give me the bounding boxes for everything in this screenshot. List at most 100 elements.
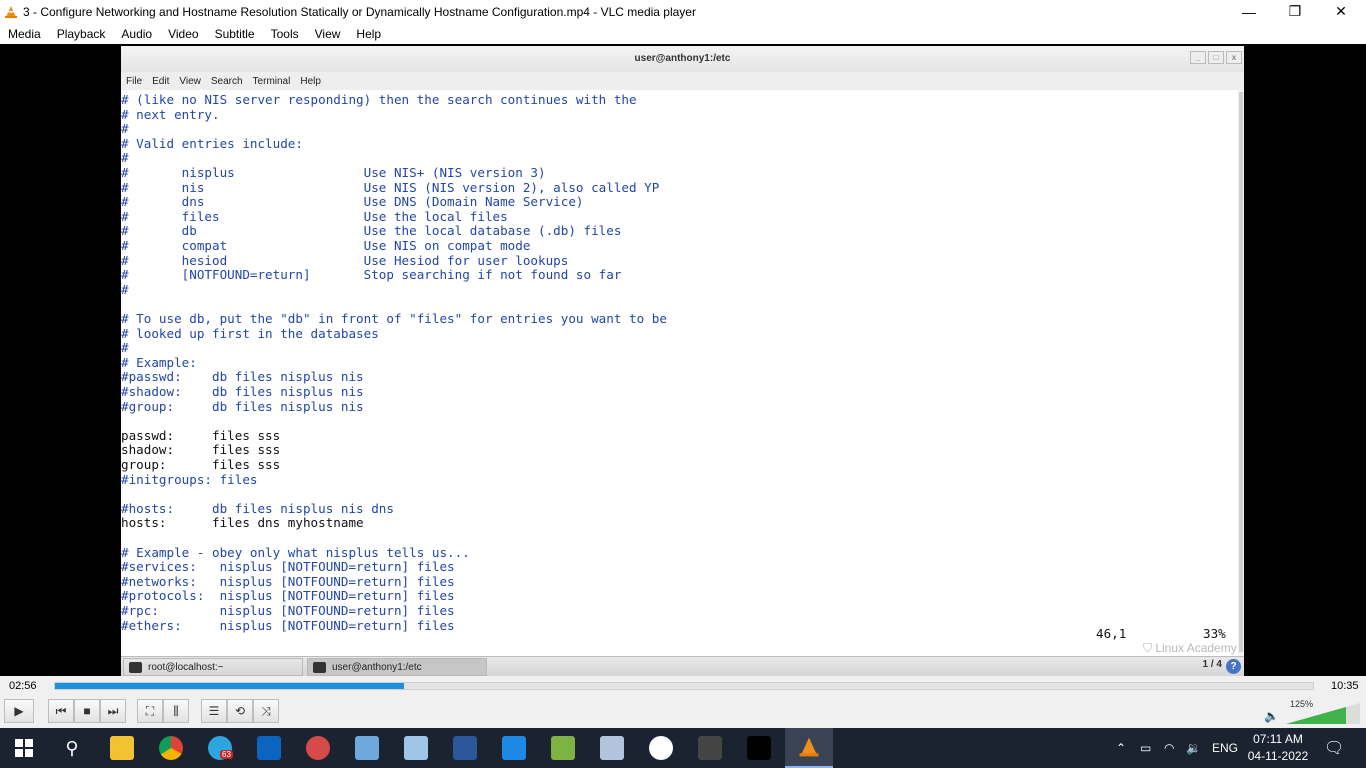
search-icon: ⚲ [65,737,79,758]
terminal-line: #passwd: db files nisplus nis [121,369,364,385]
terminal-line: #shadow: db files nisplus nis [121,384,364,399]
notepad-icon [404,736,428,760]
terminal-line: # Example: [121,354,197,370]
scroll-percent: 33% [1203,626,1226,641]
terminal-scrollbar [1238,90,1244,656]
playlist-button[interactable]: ☰ [201,699,227,723]
clock[interactable]: 07:11 AM 04-11-2022 [1246,731,1310,765]
watermark-text: Linux Academy [1155,641,1237,655]
guest-task-label: root@localhost:~ [148,662,224,673]
notification-icon[interactable]: 🗨 [1324,728,1344,768]
menu-view[interactable]: View [307,27,349,41]
volume-tray-icon[interactable]: 🔉 [1186,728,1201,768]
speaker-icon: 🔈 [1264,709,1279,723]
notepad-button[interactable] [392,728,440,768]
language-indicator[interactable]: ENG [1212,728,1238,768]
start-button[interactable] [0,728,48,768]
volume-control[interactable]: 🔈 125% [1262,699,1362,725]
menu-help[interactable]: Help [348,27,389,41]
menu-subtitle[interactable]: Subtitle [207,27,263,41]
restore-button[interactable]: ❐ [1272,0,1318,23]
tradingview-button[interactable] [735,728,783,768]
workspace-pager: 1 / 4 [1202,659,1222,670]
terminal-line: #services: nisplus [NOTFOUND=return] fil… [121,559,455,575]
play-button[interactable]: ▶ [4,699,34,723]
fullscreen-button[interactable]: ⛶ [137,699,163,723]
clock-app-button[interactable] [637,728,685,768]
player-controls: 02:56 10:35 ▶ ⏮ ■ ⏭ ⛶ ⫼ ☰ ⟲ ⤨ 🔈 125% [0,676,1366,728]
menu-tools[interactable]: Tools [263,27,307,41]
outlook-icon [257,736,281,760]
outlook-button[interactable] [245,728,293,768]
terminal-line: # [121,121,129,137]
terminal-line: # nis Use NIS (NIS version 2), also call… [121,179,660,195]
terminal-line: hosts: files dns myhostname [121,515,364,531]
terminal-line: passwd: files sss [121,427,281,443]
close-button[interactable]: ✕ [1318,0,1364,23]
terminal-line: # [121,340,129,356]
battery-icon[interactable]: ▭ [1140,728,1151,768]
terminal-line: # dns Use DNS (Domain Name Service) [121,194,584,210]
menu-audio[interactable]: Audio [113,27,160,41]
windows-logo-icon [15,739,33,757]
watermark-logo-icon: ⛉ [1143,641,1156,655]
word-icon [453,736,477,760]
watermark: ⛉ Linux Academy [1143,641,1237,656]
menu-video[interactable]: Video [160,27,206,41]
virtualbox-button[interactable] [588,728,636,768]
terminal-line: # compat Use NIS on compat mode [121,238,531,253]
clock-date: 04-11-2022 [1247,749,1309,763]
forward-icon [502,736,526,760]
menu-media[interactable]: Media [0,27,49,41]
menu-playback[interactable]: Playback [49,27,114,41]
guest-task-root: root@localhost:~ [123,658,303,676]
terminal-line: # To use db, put the "db" in front of "f… [121,311,667,326]
telegram-badge: 63 [220,750,233,759]
terminal-line: #hosts: db files nisplus nis dns [121,500,394,516]
guest-taskbar: root@localhost:~ user@anthony1:/etc 1 / … [121,656,1244,676]
terminal-app-button[interactable] [686,728,734,768]
telegram-button[interactable]: 63 [196,728,244,768]
minimize-button[interactable]: — [1226,0,1272,23]
search-button[interactable]: ⚲ [48,728,96,768]
remote-desktop-button[interactable] [343,728,391,768]
fullscreen-icon: ⛶ [145,703,155,718]
title-bar: 3 - Configure Networking and Hostname Re… [0,0,1366,23]
extended-settings-button[interactable]: ⫼ [163,699,189,723]
play-icon: ▶ [14,704,24,718]
next-button[interactable]: ⏭ [100,699,126,723]
clock-icon [649,736,673,760]
vlc-taskbar-button[interactable] [785,728,833,768]
app-button[interactable] [490,728,538,768]
wifi-icon[interactable]: ◠ [1164,728,1174,768]
cube-icon [600,736,624,760]
window-title: 3 - Configure Networking and Hostname Re… [23,4,696,19]
vlc-cone-icon [4,5,18,19]
terminal-title: user@anthony1:/etc [634,53,731,64]
total-time[interactable]: 10:35 [1331,680,1359,692]
seek-bar[interactable] [54,682,1314,690]
terminal-window: user@anthony1:/etc _ □ x File Edit View … [121,46,1244,676]
terminal-menu-search: Search [210,75,243,87]
previous-button[interactable]: ⏮ [48,699,74,723]
volume-slider[interactable] [1286,703,1360,725]
elapsed-time[interactable]: 02:56 [9,680,37,692]
loop-button[interactable]: ⟲ [227,699,253,723]
terminal-minimize-icon: _ [1190,51,1206,64]
seek-progress [55,683,404,689]
chart-app-button[interactable] [539,728,587,768]
show-hidden-icons[interactable]: ⌃ [1116,728,1126,768]
terminal-line: # [NOTFOUND=return] Stop searching if no… [121,267,622,283]
chrome-button[interactable] [147,728,195,768]
vlc-icon [799,737,819,757]
terminal-menu-view: View [179,75,201,87]
terminal-line: # [121,150,129,166]
snipping-tool-button[interactable] [294,728,342,768]
terminal-line: # looked up first in the databases [121,325,379,341]
stop-icon: ■ [83,704,91,718]
terminal-menu-file: File [126,75,143,87]
word-button[interactable] [441,728,489,768]
stop-button[interactable]: ■ [74,699,100,723]
file-explorer-button[interactable] [98,728,146,768]
shuffle-button[interactable]: ⤨ [253,699,279,723]
